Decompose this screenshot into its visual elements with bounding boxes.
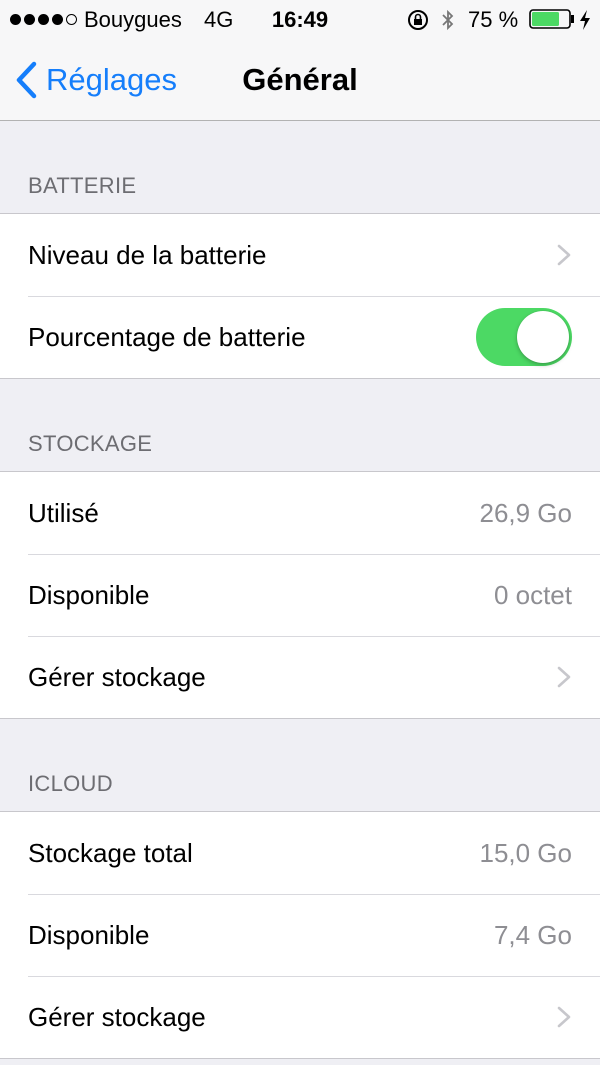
chevron-right-icon bbox=[557, 244, 571, 266]
section-header-label: BATTERIE bbox=[28, 173, 137, 198]
chevron-right-icon bbox=[557, 666, 571, 688]
row-label: Disponible bbox=[28, 919, 150, 950]
battery-percentage: 75 % bbox=[468, 7, 519, 32]
battery-group: Niveau de la batterie Pourcentage de bat… bbox=[0, 213, 600, 379]
battery-percentage-row: Pourcentage de batterie bbox=[0, 296, 600, 378]
icloud-available-row: Disponible 7,4 Go bbox=[0, 894, 600, 976]
storage-available-row: Disponible 0 octet bbox=[0, 554, 600, 636]
storage-manage-row[interactable]: Gérer stockage bbox=[0, 636, 600, 718]
rotation-lock-icon bbox=[408, 10, 428, 30]
battery-percentage-toggle[interactable] bbox=[476, 308, 572, 366]
charging-bolt-icon bbox=[580, 10, 590, 30]
page-title: Général bbox=[242, 62, 358, 97]
row-value: 7,4 Go bbox=[493, 919, 572, 950]
row-value: 26,9 Go bbox=[479, 497, 572, 528]
bluetooth-icon bbox=[442, 9, 454, 31]
navigation-bar: Réglages Général bbox=[0, 40, 600, 120]
toggle-knob bbox=[517, 311, 569, 363]
section-header-label: ICLOUD bbox=[28, 771, 113, 796]
section-header-storage: STOCKAGE bbox=[0, 379, 600, 471]
row-value: 15,0 Go bbox=[479, 837, 572, 868]
row-value: 0 octet bbox=[493, 579, 572, 610]
storage-group: Utilisé 26,9 Go Disponible 0 octet Gérer… bbox=[0, 471, 600, 719]
row-label: Stockage total bbox=[28, 837, 193, 868]
section-header-icloud: ICLOUD bbox=[0, 719, 600, 811]
row-label: Gérer stockage bbox=[28, 1001, 206, 1032]
status-bar: Bouygues 4G 16:49 75 % bbox=[0, 0, 600, 40]
row-label: Disponible bbox=[28, 579, 150, 610]
row-label: Utilisé bbox=[28, 497, 99, 528]
settings-list: BATTERIE Niveau de la batterie Pourcenta… bbox=[0, 121, 600, 1059]
section-header-label: STOCKAGE bbox=[28, 431, 153, 456]
row-label: Pourcentage de batterie bbox=[28, 321, 306, 352]
battery-level-row[interactable]: Niveau de la batterie bbox=[0, 214, 600, 296]
chevron-right-icon bbox=[557, 1006, 571, 1028]
row-label: Gérer stockage bbox=[28, 661, 206, 692]
icloud-manage-row[interactable]: Gérer stockage bbox=[0, 976, 600, 1058]
icloud-total-row: Stockage total 15,0 Go bbox=[0, 812, 600, 894]
top-bar: Bouygues 4G 16:49 75 % Réglages Général bbox=[0, 0, 600, 121]
icloud-group: Stockage total 15,0 Go Disponible 7,4 Go… bbox=[0, 811, 600, 1059]
storage-used-row: Utilisé 26,9 Go bbox=[0, 472, 600, 554]
row-label: Niveau de la batterie bbox=[28, 239, 267, 270]
section-header-battery: BATTERIE bbox=[0, 121, 600, 213]
battery-icon bbox=[529, 9, 574, 29]
